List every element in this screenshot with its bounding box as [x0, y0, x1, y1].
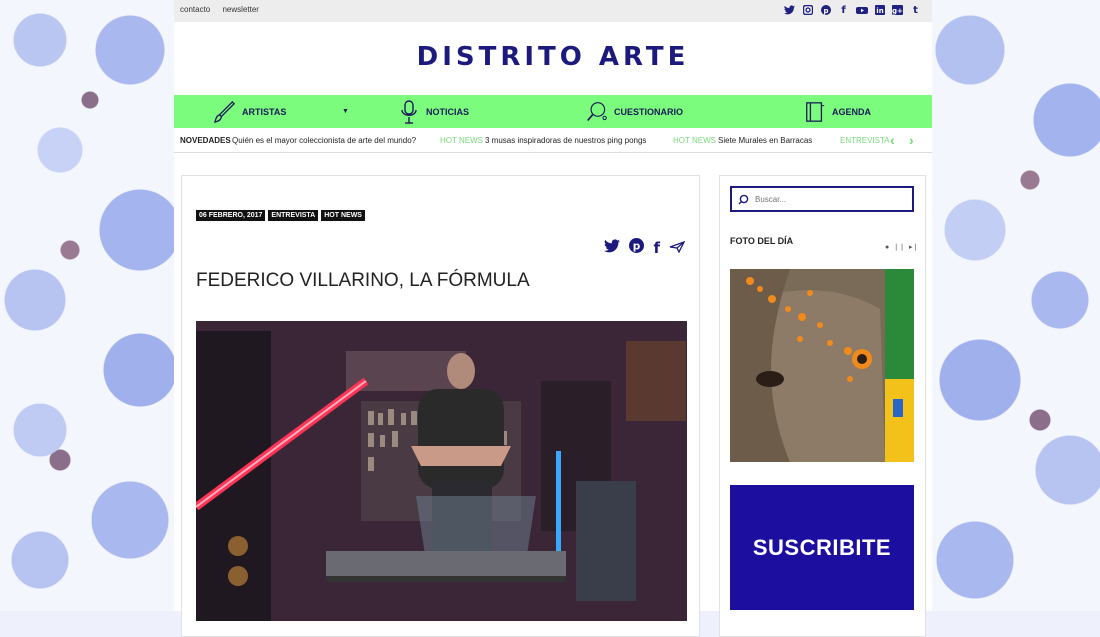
foto-del-dia-label: FOTO DEL DÍA [730, 236, 794, 246]
nav-label-agenda: AGENDA [832, 106, 872, 117]
slider-next-icon[interactable]: ▸❘ [909, 243, 918, 251]
nav-label-cuestionario: CUESTIONARIO [614, 106, 684, 117]
page-container: contacto newsletter p f in g+ t DISTRITO… [174, 0, 932, 637]
category-badge[interactable]: ENTREVISTA [268, 210, 319, 221]
svg-text:g+: g+ [892, 7, 903, 15]
pinterest-share-icon[interactable]: p [629, 238, 645, 257]
nav-item-artistas[interactable]: ARTISTAS [214, 95, 286, 128]
ticker-tag: HOT NEWS [440, 136, 483, 145]
chevron-left-icon[interactable]: ‹ [890, 132, 895, 148]
googleplus-icon[interactable]: g+ [891, 3, 904, 17]
nav-label-artistas: ARTISTAS [242, 106, 287, 117]
nav-item-agenda[interactable]: AGENDA [804, 95, 871, 128]
search-box[interactable] [730, 186, 914, 212]
twitter-icon[interactable] [783, 3, 796, 17]
microphone-icon [398, 99, 420, 124]
pinterest-icon[interactable]: p [819, 3, 832, 17]
search-icon [738, 194, 749, 205]
book-icon [804, 100, 826, 124]
article-card: 06 FEBRERO, 2017 ENTREVISTA HOT NEWS p f… [181, 175, 700, 637]
nav-label-noticias: NOTICIAS [426, 106, 470, 117]
main-nav: ARTISTAS ▼ NOTICIAS CUESTIONARIO AGENDA [174, 95, 932, 128]
contacto-link[interactable]: contacto [180, 5, 210, 14]
chevron-down-icon[interactable]: ▼ [342, 108, 349, 115]
ping-pong-icon [586, 100, 608, 124]
instagram-icon[interactable] [801, 3, 814, 17]
brush-icon [214, 100, 236, 124]
linkedin-icon[interactable]: in [873, 3, 886, 17]
nav-item-noticias[interactable]: NOTICIAS [398, 95, 469, 128]
ticker-tag: HOT NEWS [673, 136, 716, 145]
facebook-share-icon[interactable]: f [653, 239, 660, 257]
nav-item-cuestionario[interactable]: CUESTIONARIO [586, 95, 683, 128]
article-tags: 06 FEBRERO, 2017 ENTREVISTA HOT NEWS [196, 210, 365, 221]
foto-del-dia-image[interactable] [730, 269, 914, 462]
youtube-icon[interactable] [855, 3, 868, 17]
ticker-item[interactable]: 3 musas inspiradoras de nuestros ping po… [485, 136, 646, 145]
slider-controls: ● ❘❘ ▸❘ [885, 243, 918, 252]
top-bar: contacto newsletter p f in g+ t [174, 0, 932, 22]
newsletter-link[interactable]: newsletter [222, 5, 258, 14]
share-buttons: p f [604, 238, 686, 257]
slider-dot-icon[interactable]: ● [885, 244, 889, 251]
article-title: FEDERICO VILLARINO, LA FÓRMULA [196, 270, 530, 291]
facebook-icon[interactable]: f [837, 3, 850, 17]
slider-pause-icon[interactable]: ❘❘ [893, 243, 905, 251]
news-ticker: NOVEDADES Quién es el mayor coleccionist… [174, 128, 932, 153]
article-photo [196, 321, 687, 621]
chevron-right-icon[interactable]: › [909, 132, 914, 148]
tumblr-icon[interactable]: t [909, 3, 922, 17]
date-badge: 06 FEBRERO, 2017 [196, 210, 266, 221]
ticker-tag: ENTREVISTA [840, 136, 890, 145]
svg-text:p: p [633, 241, 641, 253]
ticker-item[interactable]: Quién es el mayor coleccionista de arte … [232, 136, 416, 145]
ticker-label: NOVEDADES [180, 136, 231, 145]
twitter-share-icon[interactable] [604, 238, 621, 257]
top-links: contacto newsletter [180, 5, 269, 14]
social-icons: p f in g+ t [783, 3, 922, 17]
site-logo[interactable]: DISTRITO ARTE [174, 42, 932, 72]
category-badge[interactable]: HOT NEWS [321, 210, 365, 221]
send-share-icon[interactable] [669, 238, 686, 257]
subscribe-button[interactable]: SUSCRIBITE [730, 485, 914, 610]
svg-text:in: in [876, 7, 883, 15]
ticker-item[interactable]: Siete Murales en Barracas [718, 136, 812, 145]
svg-text:p: p [823, 7, 828, 15]
sidebar: FOTO DEL DÍA ● ❘❘ ▸❘ [719, 175, 926, 637]
search-input[interactable] [753, 193, 907, 205]
